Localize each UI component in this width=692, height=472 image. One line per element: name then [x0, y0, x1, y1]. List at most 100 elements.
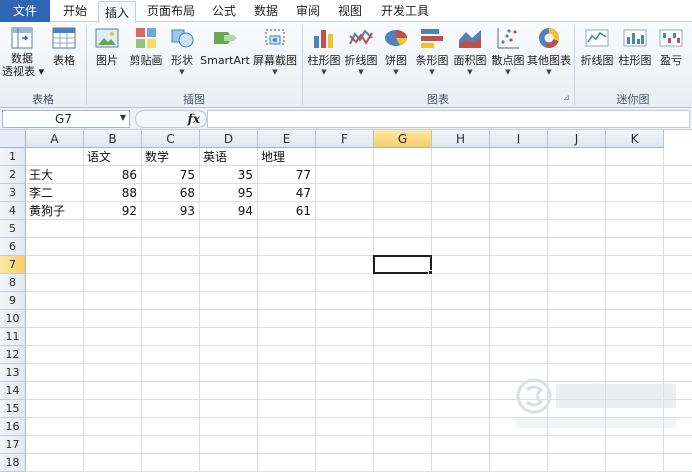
scatter-chart-icon — [497, 28, 519, 49]
column-header-k[interactable]: K — [606, 130, 664, 148]
tab-developer[interactable]: 开发工具 — [374, 0, 436, 22]
row-header-14[interactable]: 14 — [0, 382, 26, 400]
screenshot-button[interactable]: 屏幕截图 ▼ — [252, 26, 298, 77]
cell-b3[interactable]: 88 — [84, 184, 141, 202]
row-header-11[interactable]: 11 — [0, 328, 26, 346]
row-header-12[interactable]: 12 — [0, 346, 26, 364]
cell-d4[interactable]: 94 — [200, 202, 257, 220]
bar-chart-button[interactable]: 条形图 ▼ — [413, 26, 451, 77]
gridline — [663, 148, 664, 472]
cell-a4[interactable]: 黄狗子 — [26, 202, 83, 220]
select-all-corner[interactable] — [0, 130, 26, 148]
smartart-button[interactable]: SmartArt — [200, 26, 250, 67]
pivot-table-button[interactable]: 数据 透视表 ▾ — [2, 26, 44, 78]
other-charts-label: 其他图表 — [527, 54, 571, 67]
pivot-table-icon — [11, 27, 33, 49]
tab-formulas[interactable]: 公式 — [204, 0, 244, 22]
name-box-dropdown-icon[interactable]: ▼ — [120, 113, 126, 122]
column-chart-dropdown-icon: ▼ — [321, 68, 327, 76]
other-charts-button[interactable]: 其他图表 ▼ — [527, 26, 571, 77]
row-header-18[interactable]: 18 — [0, 454, 26, 472]
line-chart-button[interactable]: 折线图 ▼ — [343, 26, 379, 77]
cell-d2[interactable]: 35 — [200, 166, 257, 184]
column-header-b[interactable]: B — [84, 130, 142, 148]
scatter-chart-button[interactable]: 散点图 ▼ — [489, 26, 527, 77]
tab-view[interactable]: 视图 — [330, 0, 370, 22]
sparkline-winloss-icon — [659, 29, 683, 47]
column-header-g[interactable]: G — [374, 130, 432, 148]
fill-handle[interactable] — [428, 270, 433, 275]
screenshot-label: 屏幕截图 — [253, 54, 297, 67]
column-header-a[interactable]: A — [26, 130, 84, 148]
tab-review[interactable]: 审阅 — [288, 0, 328, 22]
column-header-e[interactable]: E — [258, 130, 316, 148]
cell-c1[interactable]: 数学 — [142, 148, 199, 166]
gridline — [26, 237, 692, 238]
row-header-2[interactable]: 2 — [0, 166, 26, 184]
tab-file[interactable]: 文件 — [0, 0, 50, 22]
row-header-7[interactable]: 7 — [0, 256, 26, 274]
sparkline-line-button[interactable]: 折线图 — [578, 26, 616, 67]
tab-data[interactable]: 数据 — [246, 0, 286, 22]
row-header-10[interactable]: 10 — [0, 310, 26, 328]
formula-input[interactable] — [207, 110, 690, 128]
row-header-9[interactable]: 9 — [0, 292, 26, 310]
cell-c3[interactable]: 68 — [142, 184, 199, 202]
cell-d1[interactable]: 英语 — [200, 148, 257, 166]
cell-c4[interactable]: 93 — [142, 202, 199, 220]
picture-button[interactable]: 图片 — [90, 26, 124, 67]
pie-chart-button[interactable]: 饼图 ▼ — [381, 26, 411, 77]
column-header-d[interactable]: D — [200, 130, 258, 148]
cell-a2[interactable]: 王大 — [26, 166, 83, 184]
area-chart-icon — [459, 30, 481, 48]
insert-function-icon[interactable]: fx — [188, 112, 200, 126]
cell-e2[interactable]: 77 — [258, 166, 315, 184]
row-header-16[interactable]: 16 — [0, 418, 26, 436]
cell-d3[interactable]: 95 — [200, 184, 257, 202]
pie-chart-label: 饼图 — [385, 54, 407, 67]
row-header-13[interactable]: 13 — [0, 364, 26, 382]
clipart-icon — [136, 28, 156, 48]
column-header-c[interactable]: C — [142, 130, 200, 148]
screenshot-icon — [265, 29, 285, 45]
row-header-1[interactable]: 1 — [0, 148, 26, 166]
cell-b1[interactable]: 语文 — [84, 148, 141, 166]
sparkline-column-button[interactable]: 柱形图 — [616, 26, 654, 67]
cell-e4[interactable]: 61 — [258, 202, 315, 220]
column-chart-button[interactable]: 柱形图 ▼ — [305, 26, 343, 77]
row-header-8[interactable]: 8 — [0, 274, 26, 292]
column-chart-label: 柱形图 — [307, 54, 341, 67]
active-cell-selection[interactable] — [373, 255, 432, 274]
scatter-chart-label: 散点图 — [491, 54, 525, 67]
row-header-17[interactable]: 17 — [0, 436, 26, 454]
tab-home[interactable]: 开始 — [54, 0, 96, 22]
cell-e1[interactable]: 地理 — [258, 148, 315, 166]
row-header-15[interactable]: 15 — [0, 400, 26, 418]
tab-page-layout[interactable]: 页面布局 — [140, 0, 202, 22]
column-header-f[interactable]: F — [316, 130, 374, 148]
charts-dialog-launcher-icon[interactable]: ⊿ — [563, 93, 570, 102]
line-chart-icon — [349, 29, 373, 45]
row-header-6[interactable]: 6 — [0, 238, 26, 256]
cell-a3[interactable]: 李二 — [26, 184, 83, 202]
column-header-h[interactable]: H — [432, 130, 490, 148]
gridline — [605, 148, 606, 472]
sparkline-winloss-button[interactable]: 盈亏 — [654, 26, 688, 67]
row-header-5[interactable]: 5 — [0, 220, 26, 238]
column-header-j[interactable]: J — [548, 130, 606, 148]
cell-b4[interactable]: 92 — [84, 202, 141, 220]
worksheet-grid[interactable]: ABCDEFGHIJK12345678910111213141516171819… — [0, 130, 692, 472]
row-header-4[interactable]: 4 — [0, 202, 26, 220]
cell-e3[interactable]: 47 — [258, 184, 315, 202]
cell-c2[interactable]: 75 — [142, 166, 199, 184]
cell-b2[interactable]: 86 — [84, 166, 141, 184]
area-chart-button[interactable]: 面积图 ▼ — [451, 26, 489, 77]
shapes-button[interactable]: 形状 ▼ — [166, 26, 198, 77]
column-header-i[interactable]: I — [490, 130, 548, 148]
table-button[interactable]: 表格 — [46, 26, 82, 67]
tab-insert[interactable]: 插入 — [98, 1, 136, 23]
gridline — [373, 148, 374, 472]
name-box[interactable]: G7 ▼ — [2, 110, 130, 128]
row-header-3[interactable]: 3 — [0, 184, 26, 202]
clipart-button[interactable]: 剪贴画 — [126, 26, 166, 67]
